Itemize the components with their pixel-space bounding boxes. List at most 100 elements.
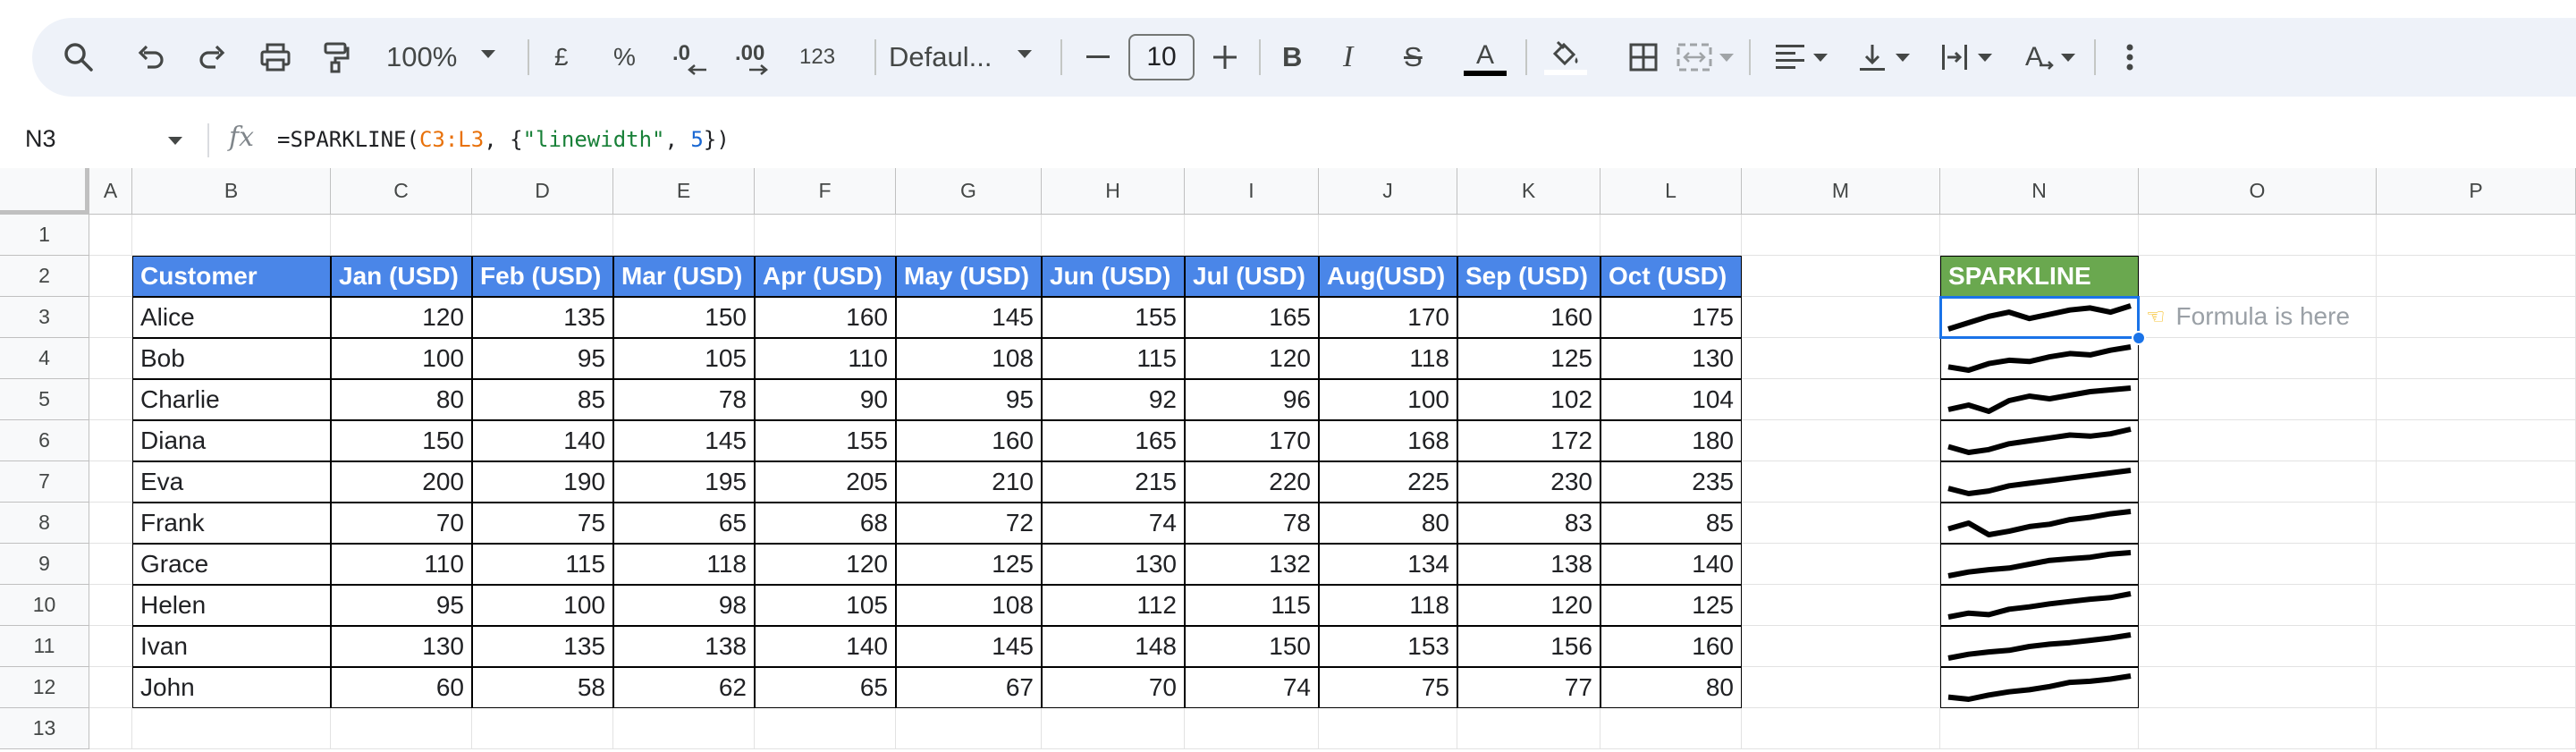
grid-cell[interactable] <box>2377 503 2576 544</box>
value-cell[interactable]: 155 <box>1042 297 1185 338</box>
grid-cell[interactable] <box>1742 379 1940 420</box>
zoom-caret-icon[interactable] <box>481 50 495 58</box>
column-header-i[interactable]: I <box>1185 168 1319 215</box>
value-cell[interactable]: 160 <box>896 420 1042 461</box>
customer-name-cell[interactable]: Frank <box>132 503 331 544</box>
value-cell[interactable]: 115 <box>1185 585 1319 626</box>
name-box-caret-icon[interactable] <box>168 137 182 145</box>
value-cell[interactable]: 135 <box>472 626 613 667</box>
column-header-o[interactable]: O <box>2139 168 2377 215</box>
value-cell[interactable]: 135 <box>472 297 613 338</box>
value-cell[interactable]: 115 <box>1042 338 1185 379</box>
value-cell[interactable]: 104 <box>1600 379 1742 420</box>
text-wrapping-icon[interactable] <box>1935 39 1997 75</box>
grid-cell[interactable] <box>89 503 132 544</box>
value-cell[interactable]: 172 <box>1457 420 1600 461</box>
customer-name-cell[interactable]: Diana <box>132 420 331 461</box>
value-cell[interactable]: 102 <box>1457 379 1600 420</box>
grid-cell[interactable] <box>89 708 132 749</box>
value-cell[interactable]: 125 <box>1457 338 1600 379</box>
column-header-p[interactable]: P <box>2377 168 2576 215</box>
value-cell[interactable]: 148 <box>1042 626 1185 667</box>
row-header-2[interactable]: 2 <box>0 256 89 297</box>
grid-cell[interactable] <box>1319 215 1457 256</box>
grid-cell[interactable] <box>2139 708 2377 749</box>
value-cell[interactable]: 77 <box>1457 667 1600 708</box>
text-color-button[interactable]: A <box>1463 36 1508 80</box>
table-header-cell[interactable]: Apr (USD) <box>755 256 896 297</box>
halign-caret-icon[interactable] <box>1813 53 1828 62</box>
grid-cell[interactable] <box>1042 708 1185 749</box>
value-cell[interactable]: 115 <box>472 544 613 585</box>
sparkline-cell[interactable] <box>1940 544 2139 585</box>
value-cell[interactable]: 120 <box>331 297 472 338</box>
value-cell[interactable]: 132 <box>1185 544 1319 585</box>
grid-cell[interactable] <box>1742 420 1940 461</box>
grid-cell[interactable] <box>1185 708 1319 749</box>
value-cell[interactable]: 90 <box>755 379 896 420</box>
search-menus-icon[interactable] <box>61 39 97 75</box>
grid-cell[interactable] <box>89 338 132 379</box>
grid-cell[interactable] <box>2377 626 2576 667</box>
grid-cell[interactable] <box>89 215 132 256</box>
select-all-corner[interactable] <box>0 168 89 215</box>
column-header-k[interactable]: K <box>1457 168 1600 215</box>
grid-cell[interactable] <box>1042 215 1185 256</box>
value-cell[interactable]: 70 <box>331 503 472 544</box>
grid-cell[interactable] <box>2139 420 2377 461</box>
value-cell[interactable]: 80 <box>331 379 472 420</box>
value-cell[interactable]: 58 <box>472 667 613 708</box>
table-header-cell[interactable]: Oct (USD) <box>1600 256 1742 297</box>
sparkline-header-cell[interactable]: SPARKLINE <box>1940 256 2139 297</box>
grid-cell[interactable] <box>2377 585 2576 626</box>
value-cell[interactable]: 78 <box>613 379 755 420</box>
column-header-j[interactable]: J <box>1319 168 1457 215</box>
customer-name-cell[interactable]: Bob <box>132 338 331 379</box>
grid-cell[interactable] <box>472 708 613 749</box>
currency-format-button[interactable]: £ <box>554 39 569 75</box>
value-cell[interactable]: 67 <box>896 667 1042 708</box>
grid-cell[interactable] <box>1742 667 1940 708</box>
grid-cell[interactable] <box>89 420 132 461</box>
value-cell[interactable]: 65 <box>613 503 755 544</box>
vertical-align-icon[interactable] <box>1853 39 1915 75</box>
grid-cell[interactable] <box>89 667 132 708</box>
grid-cell[interactable] <box>2377 297 2576 338</box>
more-options-icon[interactable] <box>2112 39 2148 75</box>
value-cell[interactable]: 120 <box>1185 338 1319 379</box>
grid-cell[interactable] <box>1742 503 1940 544</box>
font-family-select[interactable]: Defaul... <box>889 39 992 75</box>
name-box[interactable]: N3 <box>25 125 56 153</box>
value-cell[interactable]: 60 <box>331 667 472 708</box>
sparkline-cell[interactable] <box>1940 503 2139 544</box>
value-cell[interactable]: 150 <box>613 297 755 338</box>
grid-cell[interactable] <box>132 215 331 256</box>
grid-cell[interactable] <box>2139 503 2377 544</box>
value-cell[interactable]: 120 <box>755 544 896 585</box>
paint-format-icon[interactable] <box>318 39 354 75</box>
value-cell[interactable]: 140 <box>472 420 613 461</box>
grid-cell[interactable] <box>2377 379 2576 420</box>
grid-cell[interactable] <box>2377 420 2576 461</box>
column-header-l[interactable]: L <box>1600 168 1742 215</box>
increase-font-size-icon[interactable] <box>1207 39 1243 75</box>
value-cell[interactable]: 175 <box>1600 297 1742 338</box>
row-header-12[interactable]: 12 <box>0 667 89 708</box>
value-cell[interactable]: 108 <box>896 338 1042 379</box>
value-cell[interactable]: 145 <box>896 626 1042 667</box>
borders-icon[interactable] <box>1626 39 1661 75</box>
row-header-3[interactable]: 3 <box>0 297 89 338</box>
value-cell[interactable]: 120 <box>1457 585 1600 626</box>
value-cell[interactable]: 165 <box>1042 420 1185 461</box>
grid-cell[interactable] <box>755 708 896 749</box>
sparkline-cell[interactable] <box>1940 338 2139 379</box>
column-header-h[interactable]: H <box>1042 168 1185 215</box>
row-header-5[interactable]: 5 <box>0 379 89 420</box>
value-cell[interactable]: 100 <box>1319 379 1457 420</box>
grid-cell[interactable] <box>1600 215 1742 256</box>
value-cell[interactable]: 160 <box>1457 297 1600 338</box>
value-cell[interactable]: 150 <box>331 420 472 461</box>
value-cell[interactable]: 80 <box>1319 503 1457 544</box>
value-cell[interactable]: 160 <box>755 297 896 338</box>
grid-cell[interactable] <box>2139 626 2377 667</box>
